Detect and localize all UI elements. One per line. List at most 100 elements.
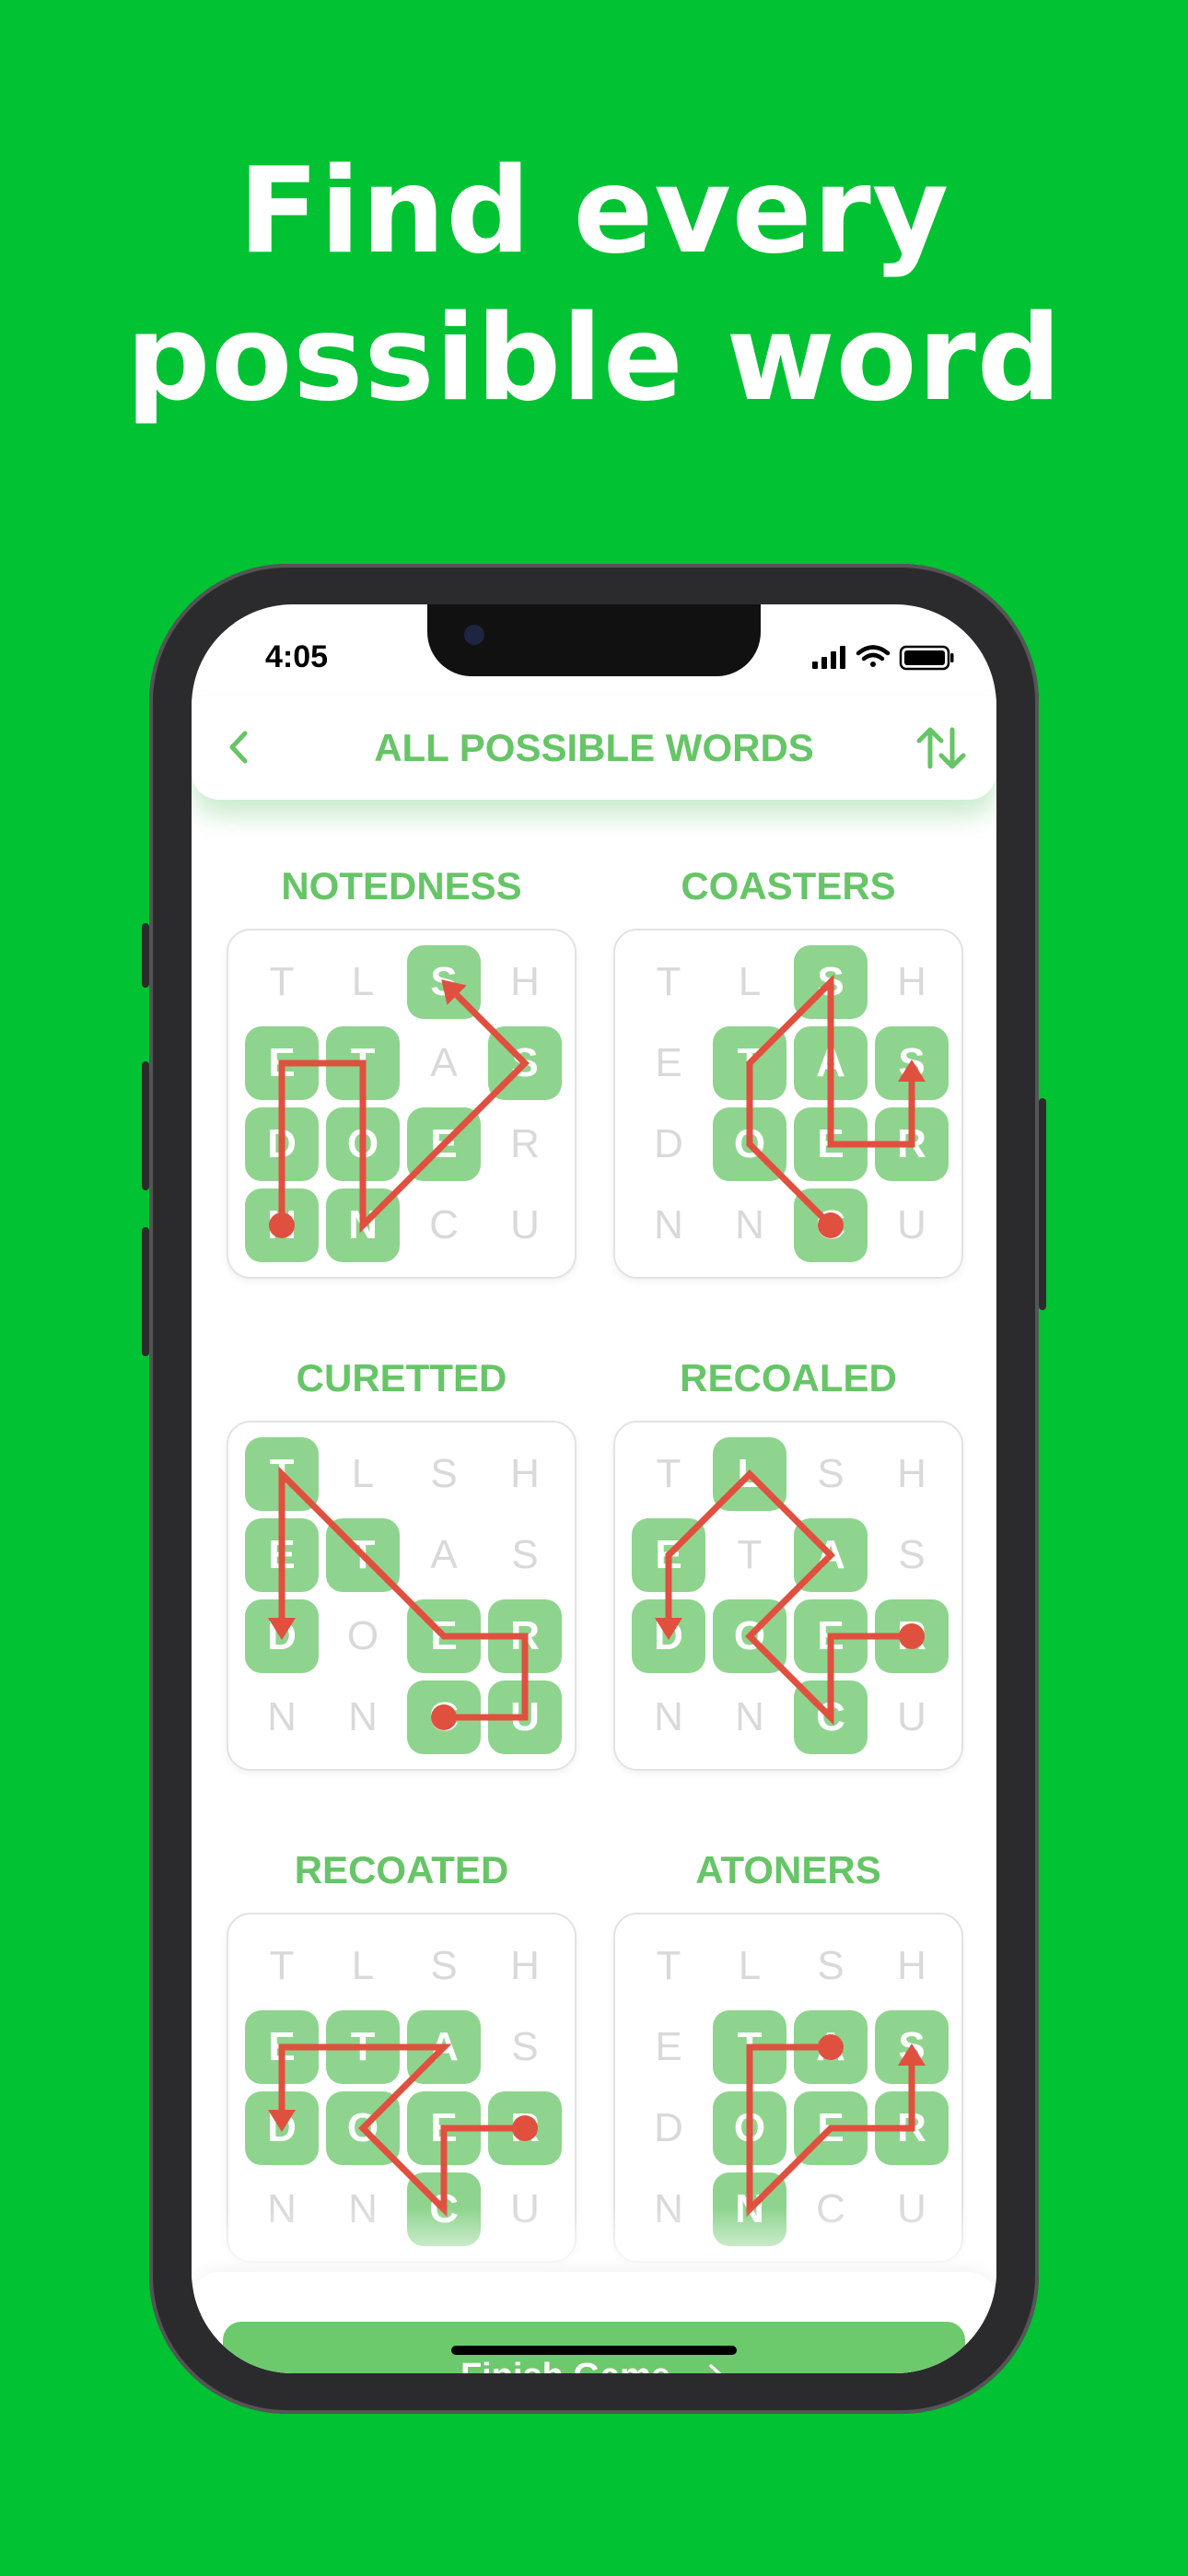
letter-tile: T <box>326 1026 400 1100</box>
camera-icon <box>464 625 484 645</box>
word-card: ATONERSTLSHETASDOERNNCU <box>613 1848 963 2263</box>
letter-tile: R <box>488 1599 562 1673</box>
letter-tile: A <box>794 2010 868 2084</box>
letter-tile: A <box>794 1026 868 1100</box>
letter-tile: T <box>245 1437 319 1511</box>
phone-volume-down <box>142 1227 149 1356</box>
sort-button[interactable] <box>914 722 969 774</box>
letter-tile: R <box>875 2091 949 2165</box>
letter-tile: S <box>511 2024 539 2069</box>
letter-tile: E <box>794 1599 868 1673</box>
letter-tile: E <box>407 1107 481 1181</box>
letter-tile: S <box>875 1026 949 1100</box>
letter-tile: C <box>794 1188 868 1262</box>
letter-tile: E <box>407 1599 481 1673</box>
letter-tile: N <box>735 1202 764 1247</box>
letter-board: TLSHETASDOERNNCU <box>613 1421 963 1771</box>
word-title: COASTERS <box>681 864 896 907</box>
word-title: RECOATED <box>294 1848 509 1891</box>
word-title: CURETTED <box>296 1356 507 1399</box>
letter-tile: T <box>269 1943 295 1988</box>
notch <box>427 604 761 676</box>
finish-game-label: Finish Game <box>460 2357 670 2374</box>
footer: Finish Game <box>192 2272 996 2373</box>
letter-tile: L <box>351 959 375 1004</box>
page-title: ALL POSSIBLE WORDS <box>374 726 814 769</box>
letter-tile: D <box>245 1107 319 1181</box>
letter-tile: L <box>351 1451 375 1496</box>
letter-tile: U <box>897 1694 926 1739</box>
letter-tile: S <box>898 1532 926 1577</box>
headline: Find every possible word <box>0 138 1188 433</box>
letter-tile: T <box>656 1943 681 1988</box>
letter-tile: O <box>713 1599 786 1673</box>
letter-tile: R <box>510 1121 540 1166</box>
status-icons <box>812 645 954 671</box>
letter-tile: E <box>407 2091 481 2165</box>
letter-tile: T <box>656 959 681 1004</box>
sort-arrows-icon <box>916 727 966 769</box>
word-card: NOTEDNESS T L S H E T A S D O E R N N C U <box>227 864 577 1279</box>
letter-tile: H <box>897 1451 926 1496</box>
letter-tile: R <box>488 2091 562 2165</box>
letter-tile: D <box>632 1599 705 1673</box>
word-card: RECOALED T L S H E T A S D O E R N N C U <box>613 1356 963 1771</box>
letter-tile: T <box>713 2010 786 2084</box>
letter-tile: C <box>794 1680 868 1754</box>
letter-tile: O <box>713 1107 786 1181</box>
letter-board: TLSHETASDOERNNCU <box>613 929 963 1279</box>
letter-tile: E <box>655 1040 682 1085</box>
letter-tile: U <box>897 1202 926 1247</box>
letter-tile: N <box>326 1188 400 1262</box>
letter-tile: S <box>794 945 868 1019</box>
letter-tile: N <box>654 1202 683 1247</box>
letter-tile: R <box>875 1599 949 1673</box>
letter-tile: A <box>794 1518 868 1592</box>
letter-tile: L <box>738 959 762 1004</box>
letter-board: TLSHETASDOERNNCU <box>227 929 577 1279</box>
battery-icon <box>899 645 954 671</box>
letter-tile: S <box>488 1026 562 1100</box>
letter-tile: U <box>510 1202 540 1247</box>
letter-tile: H <box>897 1943 926 1988</box>
path-line <box>665 1469 912 1726</box>
path-line <box>278 992 530 1234</box>
letter-tile: D <box>245 2091 319 2165</box>
letter-board: TLSHETASDOERNNCU <box>227 1421 577 1771</box>
letter-tile: S <box>407 945 481 1019</box>
letter-tile: E <box>794 1107 868 1181</box>
letter-tile: S <box>511 1532 539 1577</box>
letter-tile: N <box>348 1694 378 1739</box>
home-indicator <box>451 2346 737 2355</box>
letter-tile: N <box>654 1694 683 1739</box>
headline-line-2: possible word <box>125 290 1063 427</box>
headline-line-1: Find every <box>238 143 950 280</box>
letter-tile: N <box>267 1694 297 1739</box>
letter-tile: E <box>245 2010 319 2084</box>
letter-tile: L <box>738 1943 762 1988</box>
letter-tile: L <box>713 1437 786 1511</box>
word-card: CURETTED T L S H E T A S D O E R N N C U <box>227 1356 577 1771</box>
letter-tile: S <box>817 1451 844 1496</box>
letter-tile: R <box>875 1107 949 1181</box>
letter-tile: S <box>875 2010 949 2084</box>
letter-tile: T <box>269 959 295 1004</box>
letter-tile: C <box>407 1680 481 1754</box>
letter-tile: L <box>351 1943 375 1988</box>
letter-tile: O <box>346 1613 379 1658</box>
letter-tile: H <box>510 1451 540 1496</box>
arrow-right-icon <box>709 2364 722 2373</box>
wifi-icon <box>856 645 891 667</box>
letter-tile: D <box>654 2105 683 2150</box>
letter-tile: E <box>632 1518 705 1592</box>
letter-tile: E <box>245 1026 319 1100</box>
letter-tile: D <box>245 1599 319 1673</box>
word-title: NOTEDNESS <box>281 864 522 907</box>
signal-icon <box>812 646 845 669</box>
letter-tile: D <box>654 1121 683 1166</box>
letter-tile: O <box>713 2091 786 2165</box>
letter-tile: T <box>737 1532 763 1577</box>
word-card: RECOATEDTLSHETASDOERNNCU <box>227 1848 577 2263</box>
letter-tile: C <box>429 1202 459 1247</box>
letter-tile: S <box>430 1451 458 1496</box>
